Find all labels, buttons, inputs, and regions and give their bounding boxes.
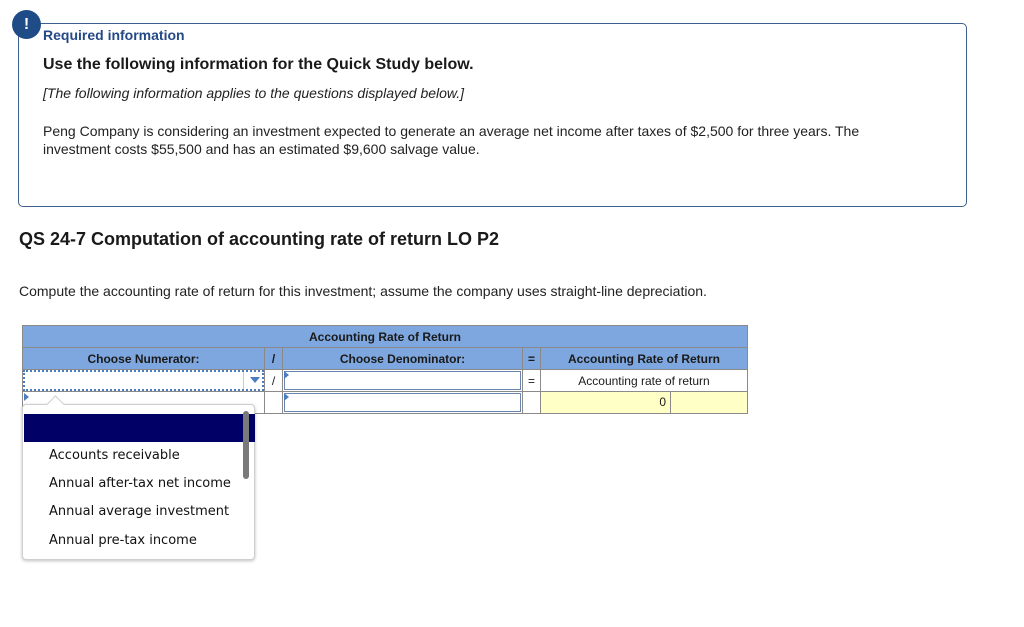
question-title: QS 24-7 Computation of accounting rate o… bbox=[19, 229, 500, 249]
input-flag-icon bbox=[24, 393, 29, 401]
equals-header: = bbox=[522, 347, 541, 370]
numerator-header: Choose Numerator: bbox=[22, 347, 265, 370]
numerator-select-focus[interactable] bbox=[23, 370, 264, 391]
divide-header: / bbox=[264, 347, 283, 370]
result-value-cell: 0 bbox=[540, 391, 748, 414]
numerator-select-1[interactable] bbox=[22, 369, 265, 392]
result-header: Accounting Rate of Return bbox=[540, 347, 748, 370]
denominator-input-2[interactable] bbox=[284, 393, 521, 412]
divide-operator-empty bbox=[264, 391, 283, 414]
divide-operator: / bbox=[264, 369, 283, 392]
equals-operator: = bbox=[522, 369, 541, 392]
dropdown-option[interactable]: Annual after-tax net income bbox=[49, 476, 231, 491]
chevron-down-icon[interactable] bbox=[250, 377, 260, 383]
question-instruction: Compute the accounting rate of return fo… bbox=[19, 283, 707, 299]
result-label: Accounting rate of return bbox=[540, 369, 748, 392]
use-info-heading: Use the following information for the Qu… bbox=[43, 56, 474, 73]
dropdown-option[interactable]: Accounts receivable bbox=[49, 448, 180, 463]
input-flag-icon bbox=[284, 393, 289, 401]
dropdown-option[interactable]: Annual average investment bbox=[49, 504, 229, 519]
required-info-box bbox=[18, 23, 967, 207]
applies-note: [The following information applies to th… bbox=[43, 85, 465, 101]
denominator-select-2[interactable] bbox=[282, 391, 523, 414]
dropdown-option-blank-selected[interactable] bbox=[24, 414, 255, 442]
table-title: Accounting Rate of Return bbox=[22, 325, 748, 348]
arr-table: Accounting Rate of Return Choose Numerat… bbox=[22, 325, 748, 414]
equals-operator-empty bbox=[522, 391, 541, 414]
result-extra bbox=[671, 392, 747, 413]
denominator-header: Choose Denominator: bbox=[282, 347, 523, 370]
denominator-input-1[interactable] bbox=[284, 371, 521, 390]
required-info-alert-icon: ! bbox=[12, 10, 41, 39]
scenario-text: Peng Company is considering an investmen… bbox=[43, 123, 860, 157]
required-info-title: Required information bbox=[43, 27, 185, 43]
dropdown-scrollbar[interactable] bbox=[243, 411, 249, 479]
result-value: 0 bbox=[541, 392, 671, 413]
numerator-dropdown-menu[interactable]: Accounts receivable Annual after-tax net… bbox=[22, 395, 255, 560]
table-row: / = Accounting rate of return bbox=[22, 369, 748, 392]
denominator-select-1[interactable] bbox=[282, 369, 523, 392]
input-flag-icon bbox=[284, 371, 289, 379]
dropdown-option[interactable]: Annual pre-tax income bbox=[49, 533, 197, 548]
select-divider bbox=[243, 372, 244, 389]
